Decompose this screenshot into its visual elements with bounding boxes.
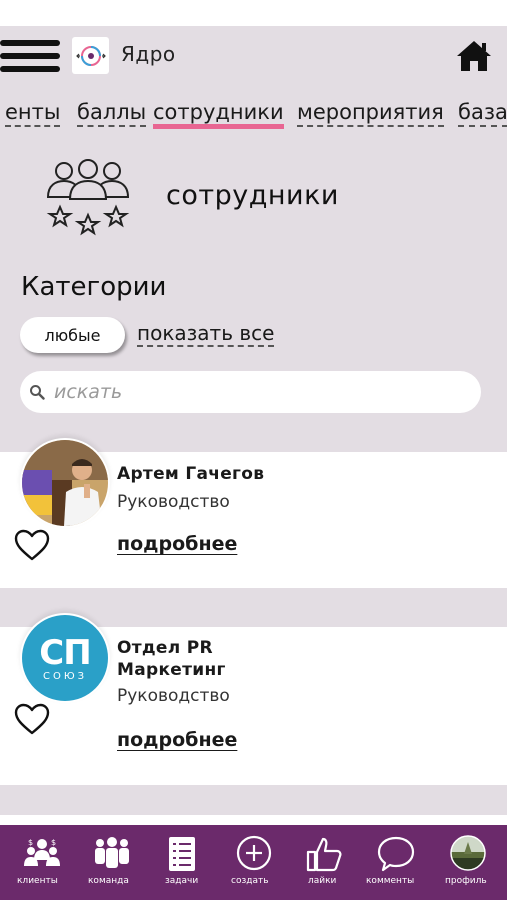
- logo-subtext: СОЮЗ: [42, 670, 88, 682]
- svg-text:$: $: [28, 838, 33, 847]
- heart-icon[interactable]: [13, 702, 51, 736]
- category-tabs: енты баллы сотрудники мероприятия база: [0, 96, 507, 136]
- employee-card: Артем Гачегов Руководство подробнее: [0, 438, 507, 588]
- nav-label: клиенты: [17, 876, 58, 886]
- tab-employees[interactable]: сотрудники: [153, 100, 284, 129]
- comment-icon: [377, 836, 415, 872]
- thumbs-up-icon: [306, 837, 342, 872]
- employees-stars-icon: [42, 157, 134, 241]
- search-input[interactable]: [54, 379, 464, 405]
- employee-role: Руководство: [117, 492, 230, 512]
- logo-text: СП: [39, 632, 91, 673]
- search-bar: [20, 371, 481, 413]
- nav-clients[interactable]: $ $ клиенты: [17, 825, 64, 900]
- tasks-icon: [169, 837, 195, 871]
- profile-avatar-icon: [450, 835, 486, 871]
- bottom-navigation: $ $ клиенты команда задачи создать лайки…: [0, 825, 507, 900]
- employee-name: Артем Гачегов: [117, 464, 265, 484]
- app-title: Ядро: [121, 42, 176, 66]
- search-icon: [30, 385, 45, 400]
- employee-name-line2: Маркетинг: [117, 660, 226, 680]
- details-link[interactable]: подробнее: [117, 729, 237, 751]
- nav-label: комменты: [366, 876, 415, 886]
- nav-label: профиль: [445, 876, 487, 886]
- tab-points[interactable]: баллы: [77, 100, 147, 127]
- nav-label: лайки: [308, 876, 337, 886]
- nav-team[interactable]: команда: [88, 825, 134, 900]
- app-logo: [72, 37, 109, 74]
- home-icon[interactable]: [455, 38, 493, 74]
- details-link[interactable]: подробнее: [117, 533, 237, 555]
- team-icon: [95, 837, 129, 868]
- employee-card: [0, 815, 507, 825]
- heart-icon[interactable]: [13, 528, 51, 562]
- favorites-filter-chip[interactable]: любые: [20, 317, 125, 353]
- nav-label: задачи: [165, 876, 199, 886]
- app-screen: Ядро енты баллы сотрудники мероприятия б…: [0, 0, 507, 900]
- nav-profile[interactable]: профиль: [445, 825, 490, 900]
- nav-comments[interactable]: комменты: [366, 825, 418, 900]
- employee-role: Руководство: [117, 686, 230, 706]
- tab-clients[interactable]: енты: [5, 100, 61, 127]
- nav-likes[interactable]: лайки: [304, 825, 344, 900]
- nav-tasks[interactable]: задачи: [162, 825, 202, 900]
- employee-card: СП СОЮЗ Отдел PR Маркетинг Руководство п…: [0, 613, 507, 785]
- status-strip: [0, 0, 507, 26]
- employee-name: Отдел PR Маркетинг: [117, 637, 226, 681]
- plus-circle-icon: [236, 835, 272, 871]
- show-all-link[interactable]: показать все: [137, 321, 275, 347]
- nav-label: команда: [88, 876, 129, 886]
- nav-create[interactable]: создать: [231, 825, 276, 900]
- menu-icon[interactable]: [0, 40, 60, 74]
- categories-title: Категории: [21, 272, 167, 302]
- employee-name-line1: Отдел PR: [117, 638, 213, 658]
- svg-text:$: $: [51, 838, 56, 847]
- section-title: сотрудники: [166, 180, 339, 211]
- nav-label: создать: [231, 876, 269, 886]
- avatar: [20, 438, 110, 528]
- avatar: СП СОЮЗ: [20, 613, 110, 703]
- clients-icon: $ $: [24, 838, 60, 866]
- tab-events[interactable]: мероприятия: [297, 100, 444, 127]
- tab-base[interactable]: база: [458, 100, 507, 127]
